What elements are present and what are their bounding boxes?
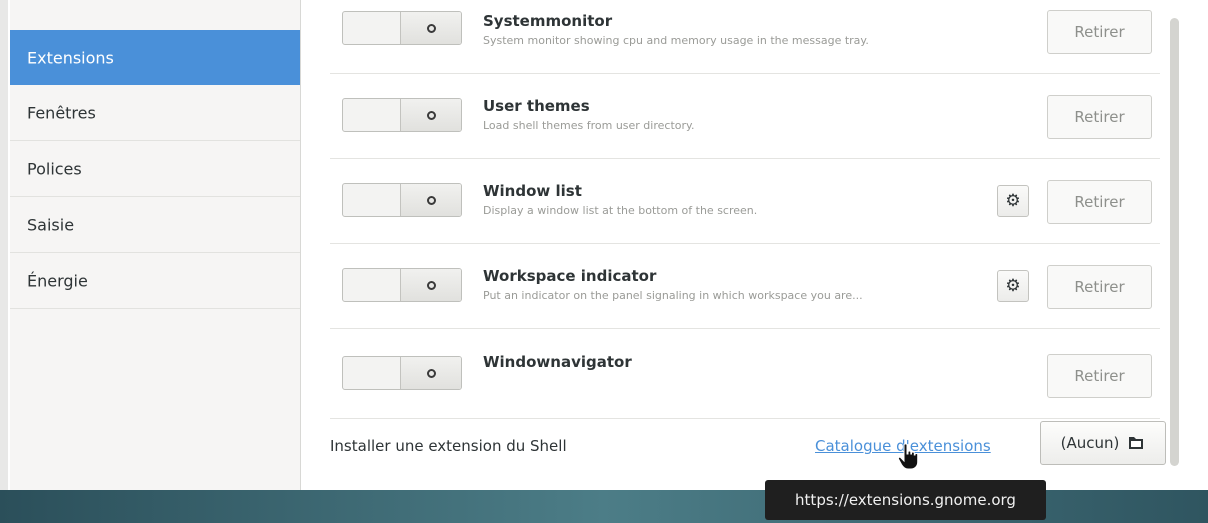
install-extension-label: Installer une extension du Shell	[330, 437, 567, 455]
extension-row-systemmonitor: Systemmonitor System monitor showing cpu…	[330, 0, 1160, 74]
extension-name: User themes	[483, 97, 590, 115]
extension-name: Systemmonitor	[483, 12, 613, 30]
remove-button[interactable]: Retirer	[1047, 10, 1152, 54]
switch-off-indicator	[400, 184, 461, 216]
extension-description: Load shell themes from user directory.	[483, 119, 695, 132]
extensions-list: Systemmonitor System monitor showing cpu…	[300, 0, 1175, 490]
extension-name: Windownavigator	[483, 353, 632, 371]
sidebar-item-power[interactable]: Énergie	[10, 253, 300, 309]
off-circle-icon	[426, 280, 436, 290]
settings-gear-button[interactable]: ⚙	[997, 185, 1029, 217]
file-chooser-button[interactable]: (Aucun)	[1040, 421, 1166, 465]
extension-row-user-themes: User themes Load shell themes from user …	[330, 73, 1160, 159]
gear-icon: ⚙	[1005, 191, 1021, 211]
document-open-icon	[1129, 437, 1144, 449]
gear-icon: ⚙	[1005, 276, 1021, 296]
off-circle-icon	[426, 368, 436, 378]
file-chooser-label: (Aucun)	[1060, 434, 1120, 452]
sidebar-item-windows[interactable]: Fenêtres	[10, 85, 300, 141]
settings-window: Extensions Fenêtres Polices Saisie Énerg…	[0, 0, 1208, 490]
off-circle-icon	[426, 23, 436, 33]
settings-gear-button[interactable]: ⚙	[997, 270, 1029, 302]
sidebar-item-fonts[interactable]: Polices	[10, 141, 300, 197]
off-circle-icon	[426, 195, 436, 205]
off-circle-icon	[426, 110, 436, 120]
extension-name: Workspace indicator	[483, 267, 657, 285]
enable-switch[interactable]	[342, 98, 462, 132]
extension-description: System monitor showing cpu and memory us…	[483, 34, 869, 47]
sidebar-item-partial[interactable]	[10, 0, 300, 31]
sidebar-item-label: Énergie	[27, 271, 88, 290]
scrollbar[interactable]	[1170, 18, 1179, 466]
enable-switch[interactable]	[342, 268, 462, 302]
sidebar-item-extensions[interactable]: Extensions	[10, 30, 300, 85]
remove-button[interactable]: Retirer	[1047, 95, 1152, 139]
extension-name: Window list	[483, 182, 582, 200]
extension-description: Put an indicator on the panel signaling …	[483, 289, 863, 302]
sidebar-item-typing[interactable]: Saisie	[10, 197, 300, 253]
extension-description: Display a window list at the bottom of t…	[483, 204, 758, 217]
extension-row-windownavigator: Windownavigator Retirer	[330, 328, 1160, 419]
switch-off-indicator	[400, 12, 461, 44]
enable-switch[interactable]	[342, 356, 462, 390]
switch-off-indicator	[400, 357, 461, 389]
remove-button[interactable]: Retirer	[1047, 354, 1152, 398]
switch-off-indicator	[400, 99, 461, 131]
sidebar-item-label: Fenêtres	[27, 103, 96, 122]
link-tooltip: https://extensions.gnome.org	[765, 480, 1046, 520]
switch-off-indicator	[400, 269, 461, 301]
remove-button[interactable]: Retirer	[1047, 180, 1152, 224]
enable-switch[interactable]	[342, 183, 462, 217]
enable-switch[interactable]	[342, 11, 462, 45]
sidebar-item-label: Extensions	[27, 48, 114, 67]
hand-cursor-icon	[897, 443, 919, 470]
sidebar: Extensions Fenêtres Polices Saisie Énerg…	[10, 0, 301, 490]
sidebar-item-label: Polices	[27, 159, 82, 178]
extension-row-workspace-indicator: Workspace indicator Put an indicator on …	[330, 243, 1160, 329]
extension-row-window-list: Window list Display a window list at the…	[330, 158, 1160, 244]
remove-button[interactable]: Retirer	[1047, 265, 1152, 309]
sidebar-item-label: Saisie	[27, 215, 75, 234]
